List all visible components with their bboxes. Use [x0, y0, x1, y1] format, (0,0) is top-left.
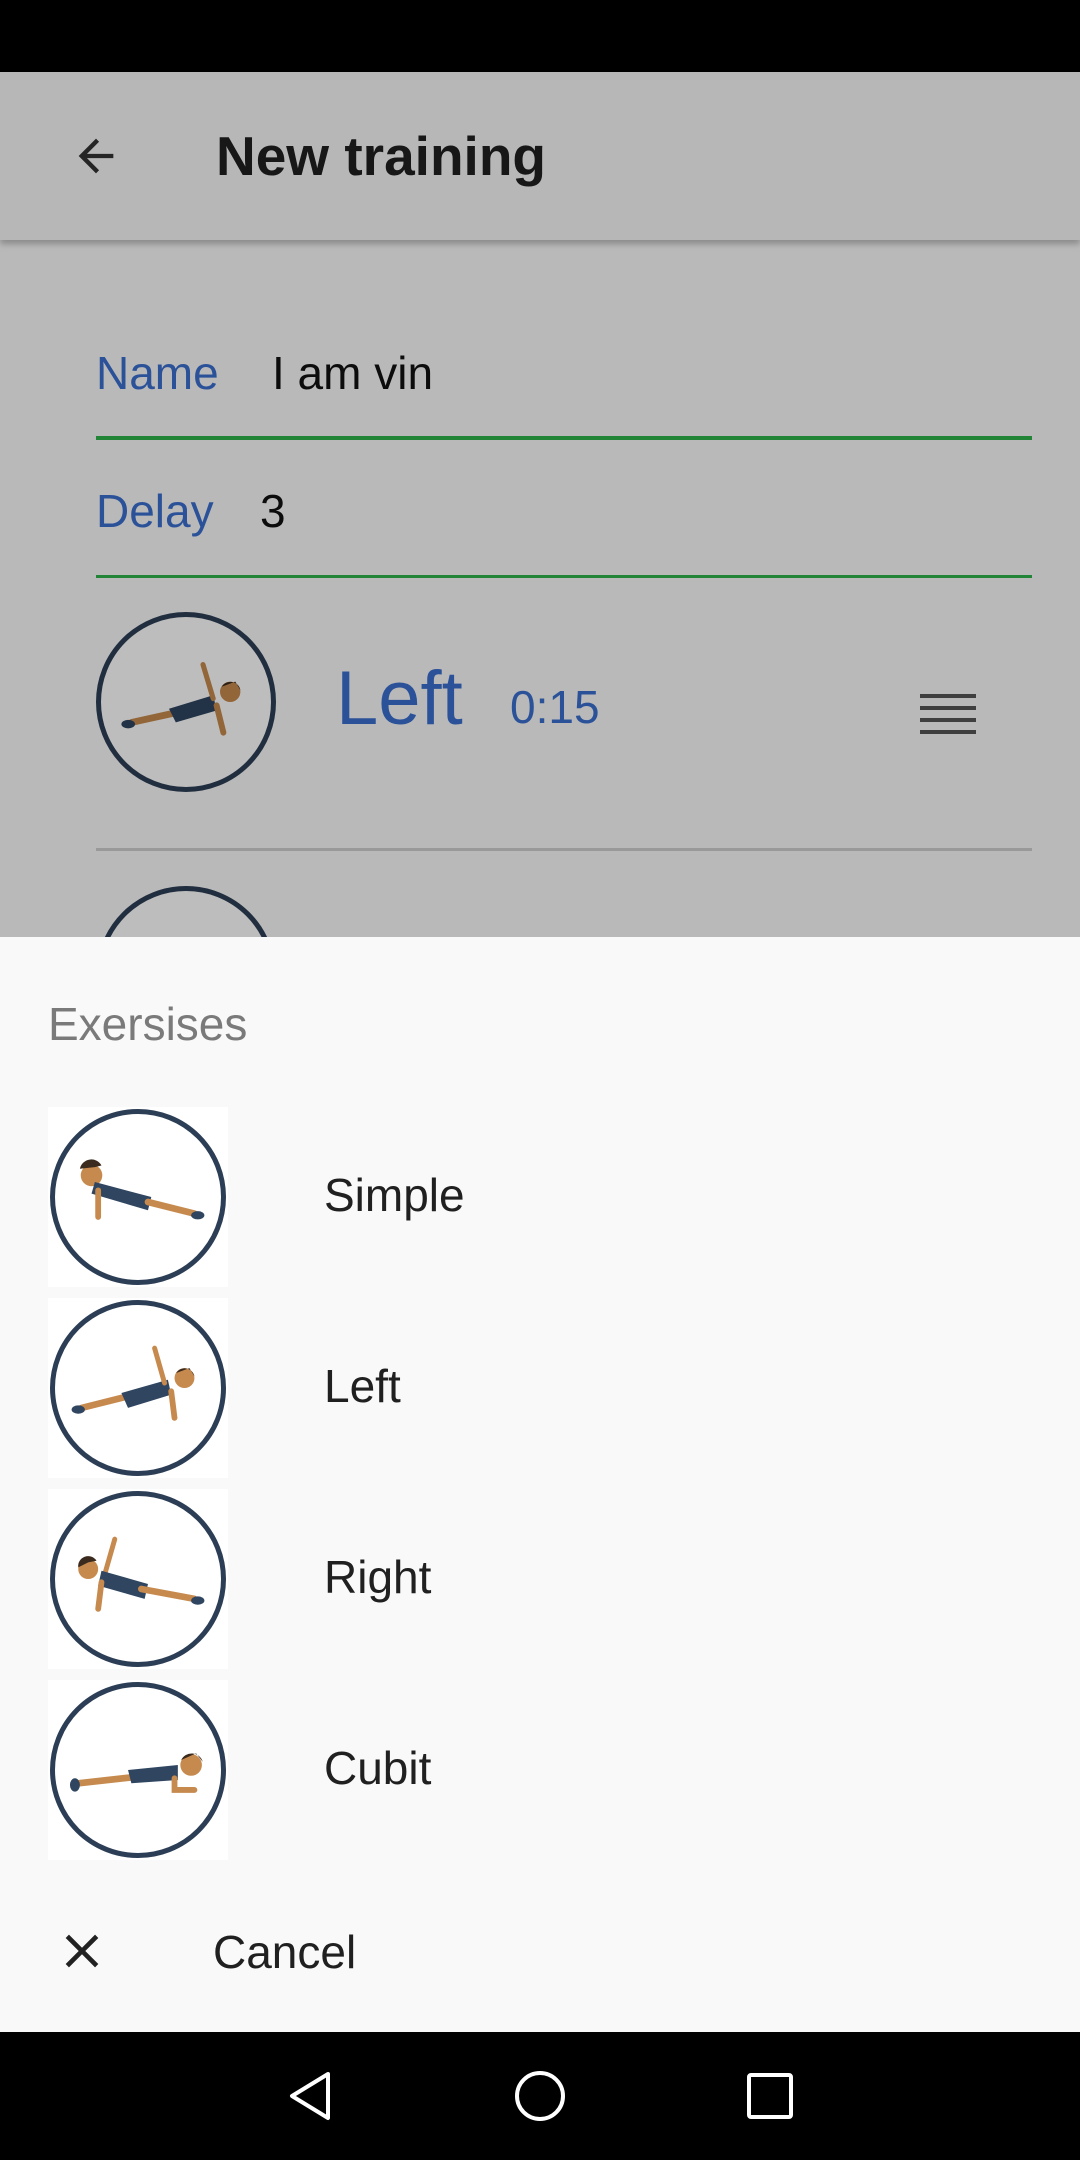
- exercise-option-simple[interactable]: Simple: [0, 1102, 1080, 1292]
- exercise-option-cubit[interactable]: Cubit: [0, 1675, 1080, 1865]
- square-recents-icon: [747, 2073, 793, 2119]
- exercise-thumbnail: [48, 1298, 228, 1478]
- nav-back-button[interactable]: [274, 2060, 346, 2132]
- plank-right-figure: [78, 1536, 205, 1612]
- exercise-option-right[interactable]: Right: [0, 1484, 1080, 1674]
- triangle-back-icon: [290, 2072, 330, 2120]
- exercise-option-label: Simple: [324, 1169, 465, 1221]
- exercise-option-left[interactable]: Left: [0, 1293, 1080, 1483]
- cancel-label: Cancel: [213, 1926, 357, 1978]
- status-bar: [0, 0, 1080, 72]
- plank-simple-figure: [79, 1159, 205, 1220]
- nav-home-button[interactable]: [504, 2060, 576, 2132]
- sheet-title: Exersises: [48, 998, 248, 1050]
- modal-scrim[interactable]: [0, 72, 1080, 937]
- system-navigation-bar: [0, 2032, 1080, 2160]
- new-training-screen: New training Name I am vin Delay 3 Left …: [0, 72, 1080, 937]
- circle-home-icon: [515, 2071, 565, 2121]
- cancel-button[interactable]: Cancel: [0, 1897, 1080, 2007]
- exercise-thumbnail: [48, 1680, 228, 1860]
- exercise-option-label: Right: [324, 1551, 432, 1603]
- exercise-thumbnail: [48, 1489, 228, 1669]
- plank-left-figure: [71, 1345, 195, 1421]
- plank-cubit-figure: [69, 1753, 203, 1793]
- close-icon: [54, 1923, 110, 1979]
- exercise-option-label: Cubit: [324, 1742, 432, 1794]
- exercise-option-label: Left: [324, 1360, 401, 1412]
- exercise-picker-sheet: Exersises Simple Left Right Cubit Cancel: [0, 937, 1080, 2032]
- nav-recents-button[interactable]: [734, 2060, 806, 2132]
- exercise-thumbnail: [48, 1107, 228, 1287]
